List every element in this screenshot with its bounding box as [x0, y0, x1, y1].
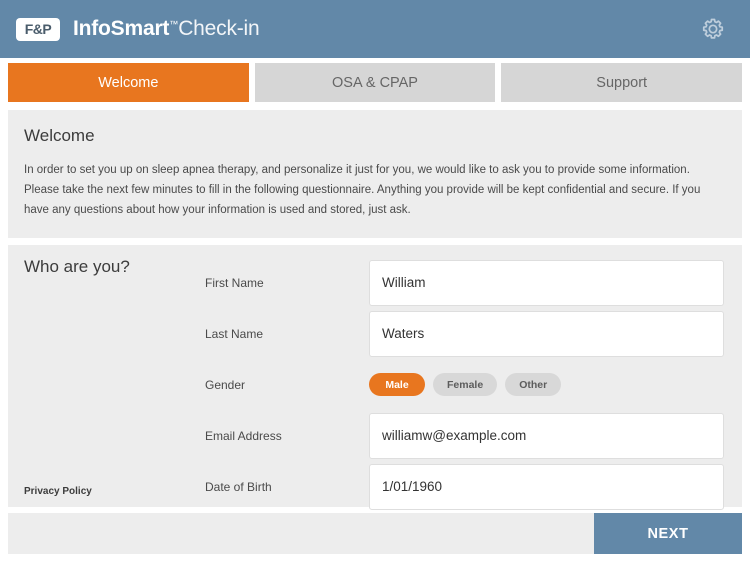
gender-option-male[interactable]: Male — [369, 373, 425, 397]
brand-primary: InfoSmart — [73, 17, 170, 40]
fp-logo: F&P — [16, 17, 60, 41]
welcome-heading: Welcome — [24, 126, 95, 145]
dob-input[interactable]: 1/01/1960 — [369, 463, 724, 510]
last-name-label: Last Name — [205, 326, 264, 341]
app-header: F&P InfoSmart ™ Check-in — [0, 0, 750, 58]
who-are-you-panel: Who are you? First Name William Last Nam… — [8, 245, 742, 510]
form-row-last-name: Last Name Waters — [205, 308, 726, 359]
form-row-email: Email Address williamw@example.com — [205, 410, 726, 461]
form-rows: First Name William Last Name Waters Gend… — [205, 257, 726, 512]
gender-label: Gender — [205, 377, 246, 392]
email-input[interactable]: williamw@example.com — [369, 412, 724, 459]
form-heading: Who are you? — [24, 257, 130, 277]
gender-option-female[interactable]: Female — [433, 373, 498, 397]
tab-bar: Welcome OSA & CPAP Support — [0, 58, 750, 102]
gear-icon[interactable] — [700, 16, 726, 42]
gender-option-other[interactable]: Other — [505, 373, 562, 397]
dob-label: Date of Birth — [205, 479, 272, 494]
welcome-panel: Welcome In order to set you up on sleep … — [8, 110, 742, 239]
next-button[interactable]: NEXT — [594, 513, 742, 555]
tab-osa-cpap[interactable]: OSA & CPAP — [254, 63, 496, 102]
email-label: Email Address — [205, 428, 282, 443]
first-name-input[interactable]: William — [369, 259, 724, 306]
welcome-body-text: In order to set you up on sleep apnea th… — [24, 164, 701, 217]
last-name-input[interactable]: Waters — [369, 310, 724, 357]
privacy-policy-link[interactable]: Privacy Policy — [24, 486, 92, 497]
brand-secondary: Check-in — [178, 17, 260, 40]
form-row-gender: Gender Male Female Other — [205, 359, 726, 410]
first-name-label: First Name — [205, 275, 264, 290]
form-row-dob: Date of Birth 1/01/1960 — [205, 461, 726, 512]
app-title: InfoSmart ™ Check-in — [73, 17, 260, 41]
tab-welcome[interactable]: Welcome — [8, 63, 249, 102]
footer-bar: NEXT — [8, 513, 742, 555]
tab-support[interactable]: Support — [501, 63, 743, 102]
form-row-first-name: First Name William — [205, 257, 726, 308]
trademark-symbol: ™ — [169, 19, 179, 29]
gender-option-group: Male Female Other — [369, 373, 726, 397]
